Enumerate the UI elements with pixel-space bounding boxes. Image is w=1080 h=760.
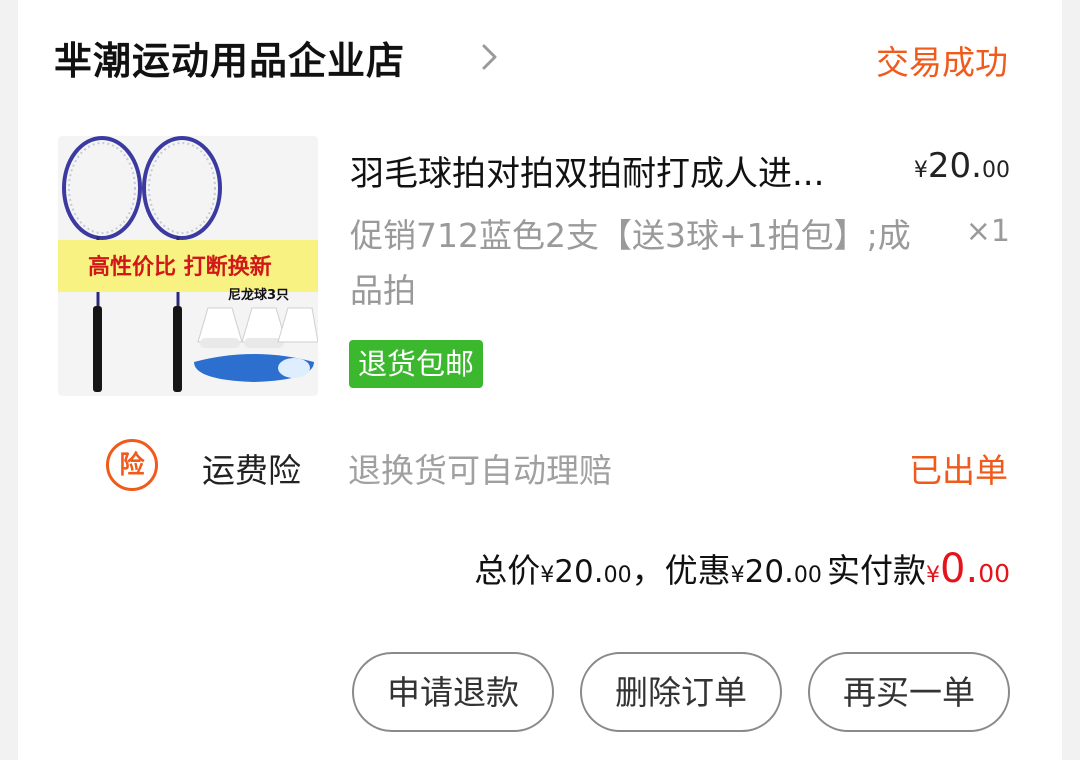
shop-name[interactable]: 芈潮运动用品企业店 — [54, 30, 405, 85]
request-refund-button[interactable]: 申请退款 — [352, 652, 554, 732]
order-card: 芈潮运动用品企业店 交易成功 高性价比 打断换新 尼龙球3只 羽毛球拍对拍双拍耐… — [18, 0, 1062, 760]
discount-decimal: 00 — [793, 563, 822, 588]
discount-currency: ¥ — [730, 563, 745, 588]
price-integer: 20. — [927, 146, 982, 186]
product-price: ¥20.00 — [914, 146, 1010, 186]
total-integer: 20. — [554, 554, 604, 590]
total-decimal: 00 — [603, 563, 632, 588]
chevron-right-icon[interactable] — [476, 40, 504, 74]
totals-separator: ， — [631, 551, 665, 590]
total-label: 总价 — [474, 551, 541, 590]
product-spec: 促销712蓝色2支【送3球+1拍包】;成品拍 — [350, 216, 911, 310]
image-banner-text: 高性价比 打断换新 — [88, 255, 272, 280]
buy-again-button[interactable]: 再买一单 — [808, 652, 1010, 732]
product-title[interactable]: 羽毛球拍对拍双拍耐打成人进... — [350, 146, 824, 195]
order-status: 交易成功 — [876, 43, 1008, 82]
paid-label: 实付款 — [827, 551, 927, 590]
paid-integer: 0. — [940, 546, 979, 592]
paid-amount: ¥0.00 — [926, 546, 1010, 592]
insurance-description: 退换货可自动理赔 — [348, 451, 612, 490]
paid-currency: ¥ — [926, 563, 941, 588]
discount-label: 优惠 — [664, 551, 731, 590]
image-sub-text: 尼龙球3只 — [228, 288, 290, 303]
insurance-label: 运费险 — [202, 451, 301, 490]
insurance-icon: 险 — [106, 439, 158, 491]
insurance-status[interactable]: 已出单 — [909, 444, 1008, 492]
price-decimal: 00 — [982, 158, 1010, 183]
order-actions: 申请退款 删除订单 再买一单 — [352, 652, 1010, 732]
product-quantity: ×1 — [965, 214, 1010, 249]
price-currency: ¥ — [913, 158, 928, 183]
order-totals: 总价¥20.00，优惠¥20.00 实付款¥0.00 — [474, 544, 1010, 592]
total-currency: ¥ — [540, 563, 555, 588]
discount-integer: 20. — [744, 554, 794, 590]
delete-order-button[interactable]: 删除订单 — [580, 652, 782, 732]
badminton-racket-product-image[interactable]: 高性价比 打断换新 尼龙球3只 — [58, 136, 318, 396]
free-return-badge: 退货包邮 — [349, 340, 484, 388]
paid-decimal: 00 — [978, 559, 1010, 588]
